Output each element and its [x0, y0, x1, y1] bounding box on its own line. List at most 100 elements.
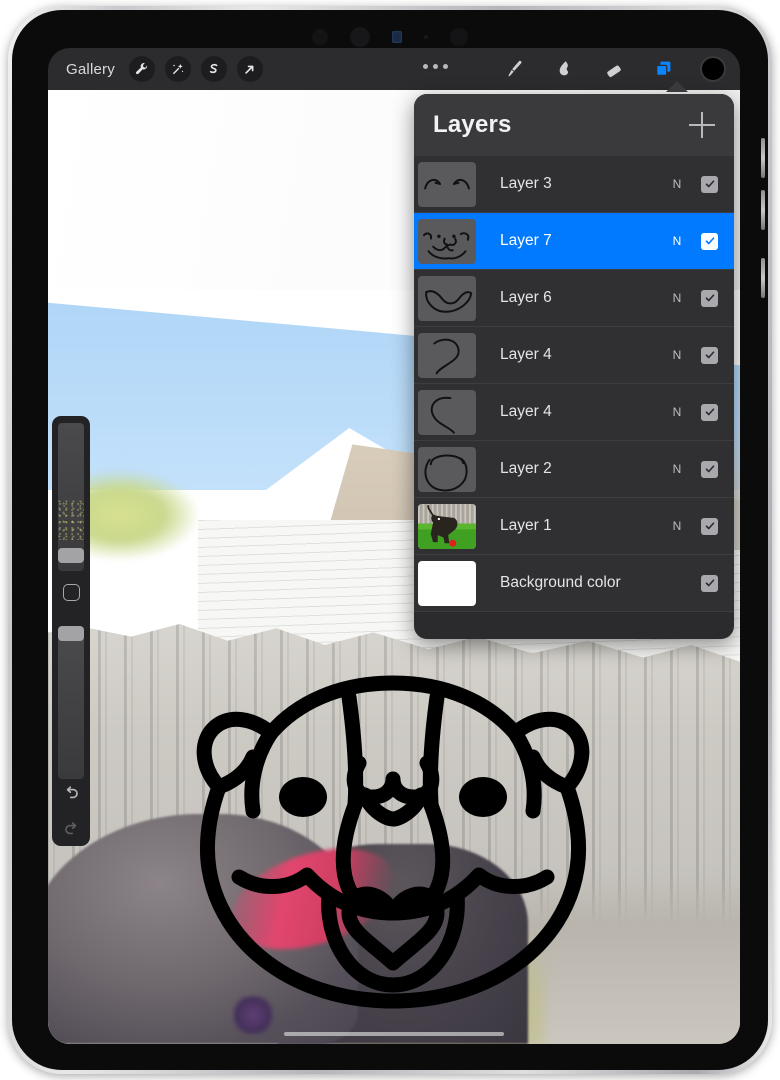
layer-row[interactable]: Background color [414, 555, 734, 612]
ellipsis-icon-dot [443, 64, 448, 69]
checkmark-icon [705, 180, 714, 188]
paintbrush-icon [508, 60, 522, 77]
adjustments-tool[interactable] [164, 56, 191, 82]
layers-panel-header: Layers [414, 94, 734, 156]
layer-visibility-checkbox[interactable] [701, 232, 718, 250]
actions-wrench-tool[interactable] [128, 56, 155, 82]
add-layer-button[interactable] [689, 112, 715, 138]
color-swatch-button[interactable] [700, 56, 726, 82]
layer-thumbnail[interactable] [418, 332, 476, 378]
overflow-menu-button[interactable] [423, 64, 448, 69]
paint-tool[interactable] [500, 55, 528, 83]
device-screen: Gallery Layers Layer 3 N Layer 7 N Layer… [48, 48, 740, 1044]
layers-panel-pointer [666, 81, 688, 92]
layer-visibility-checkbox[interactable] [701, 460, 718, 478]
layer-name-label: Layer 2 [500, 460, 552, 477]
layers-panel: Layers Layer 3 N Layer 7 N Layer 6 N Layer 4NL… [414, 94, 734, 639]
layer-row[interactable]: Layer 4 N [414, 384, 734, 441]
ellipsis-icon-dot [423, 64, 428, 69]
layer-thumbnail[interactable] [418, 161, 476, 207]
redo-button[interactable] [52, 812, 90, 846]
layer-thumbnail[interactable] [418, 389, 476, 435]
erase-tool[interactable] [600, 55, 628, 83]
s-curve-icon [210, 63, 218, 73]
layer-name-label: Layer 6 [500, 289, 552, 306]
smudge-icon [559, 61, 569, 76]
checkmark-icon [705, 237, 714, 245]
layer-thumbnail[interactable] [418, 503, 476, 549]
layer-visibility-checkbox[interactable] [701, 346, 718, 364]
layer-name-label: Layer 4 [500, 403, 552, 420]
layer-row[interactable]: Layer 1 N [414, 498, 734, 555]
layer-row[interactable]: Layer 7 N [414, 213, 734, 270]
redo-arrow-icon [64, 821, 76, 834]
checkmark-icon [705, 408, 714, 416]
layer-row[interactable]: Layer 4 N [414, 327, 734, 384]
layer-blend-mode-button[interactable]: N [665, 348, 689, 362]
camera-lens-wide-icon [350, 27, 370, 47]
layers-icon [656, 61, 671, 77]
camera-cluster [12, 26, 768, 48]
power-button[interactable] [761, 258, 765, 298]
layer-name-label: Layer 7 [500, 232, 552, 249]
ipad-device-frame: Gallery Layers Layer 3 N Layer 7 N Layer… [8, 6, 772, 1074]
layer-blend-mode-button[interactable]: N [665, 234, 689, 248]
layer-row[interactable]: Layer 6 N [414, 270, 734, 327]
layer-name-label: Layer 3 [500, 175, 552, 192]
brush-opacity-thumb[interactable] [58, 626, 84, 641]
layer-row[interactable]: Layer 3 N [414, 156, 734, 213]
layer-visibility-checkbox[interactable] [701, 403, 718, 421]
layer-blend-mode-button[interactable]: N [665, 462, 689, 476]
selection-tool[interactable] [200, 56, 227, 82]
modify-square-button[interactable] [63, 584, 80, 601]
ellipsis-icon-dot [433, 64, 438, 69]
device-bezel: Gallery Layers Layer 3 N Layer 7 N Layer… [12, 10, 768, 1070]
home-indicator[interactable] [284, 1032, 504, 1036]
brush-size-thumb[interactable] [58, 548, 84, 563]
lineart-left-eye [279, 777, 327, 817]
layer-visibility-checkbox[interactable] [701, 289, 718, 307]
layer-blend-mode-button[interactable]: N [665, 405, 689, 419]
layer-name-label: Layer 1 [500, 517, 552, 534]
layer-row[interactable]: Layer 2 N [414, 441, 734, 498]
magic-wand-icon [173, 63, 184, 74]
layers-tool[interactable] [650, 55, 678, 83]
layers-panel-title: Layers [433, 111, 512, 138]
checkmark-icon [705, 351, 714, 359]
undo-arrow-icon [66, 785, 78, 798]
layer-thumbnail[interactable] [418, 218, 476, 264]
wrench-icon [136, 62, 148, 74]
checkmark-icon [705, 294, 714, 302]
brush-size-preview [58, 499, 84, 540]
eraser-icon [607, 65, 621, 78]
smudge-tool[interactable] [550, 55, 578, 83]
gallery-button[interactable]: Gallery [62, 59, 119, 80]
dog-face-line-drawing [143, 645, 643, 1044]
layer-blend-mode-button[interactable]: N [665, 519, 689, 533]
layer-thumbnail[interactable] [418, 560, 476, 606]
undo-button[interactable] [52, 776, 90, 810]
toolbar-left-group: Gallery [48, 56, 263, 82]
lineart-right-eye [459, 777, 507, 817]
checkmark-icon [705, 465, 714, 473]
toolbar-right-group [500, 48, 726, 90]
layer-visibility-checkbox[interactable] [701, 574, 718, 592]
brush-opacity-slider[interactable] [58, 631, 84, 779]
transform-tool[interactable] [236, 56, 263, 82]
layer-visibility-checkbox[interactable] [701, 175, 718, 193]
volume-down-button[interactable] [761, 190, 765, 230]
layers-list: Layer 3 N Layer 7 N Layer 6 N Layer 4 N Layer 4 N… [414, 156, 734, 612]
top-toolbar: Gallery [48, 48, 740, 90]
layer-name-label: Layer 4 [500, 346, 552, 363]
layer-thumbnail[interactable] [418, 275, 476, 321]
layer-blend-mode-button[interactable]: N [665, 177, 689, 191]
volume-up-button[interactable] [761, 138, 765, 178]
left-sidebar [52, 416, 90, 846]
ambient-light-sensor-icon [424, 35, 428, 39]
layer-name-label: Background color [500, 574, 621, 591]
layer-thumbnail[interactable] [418, 446, 476, 492]
layer-blend-mode-button[interactable]: N [665, 291, 689, 305]
face-id-dot-projector-icon [450, 28, 468, 46]
checkmark-icon [705, 579, 714, 587]
layer-visibility-checkbox[interactable] [701, 517, 718, 535]
